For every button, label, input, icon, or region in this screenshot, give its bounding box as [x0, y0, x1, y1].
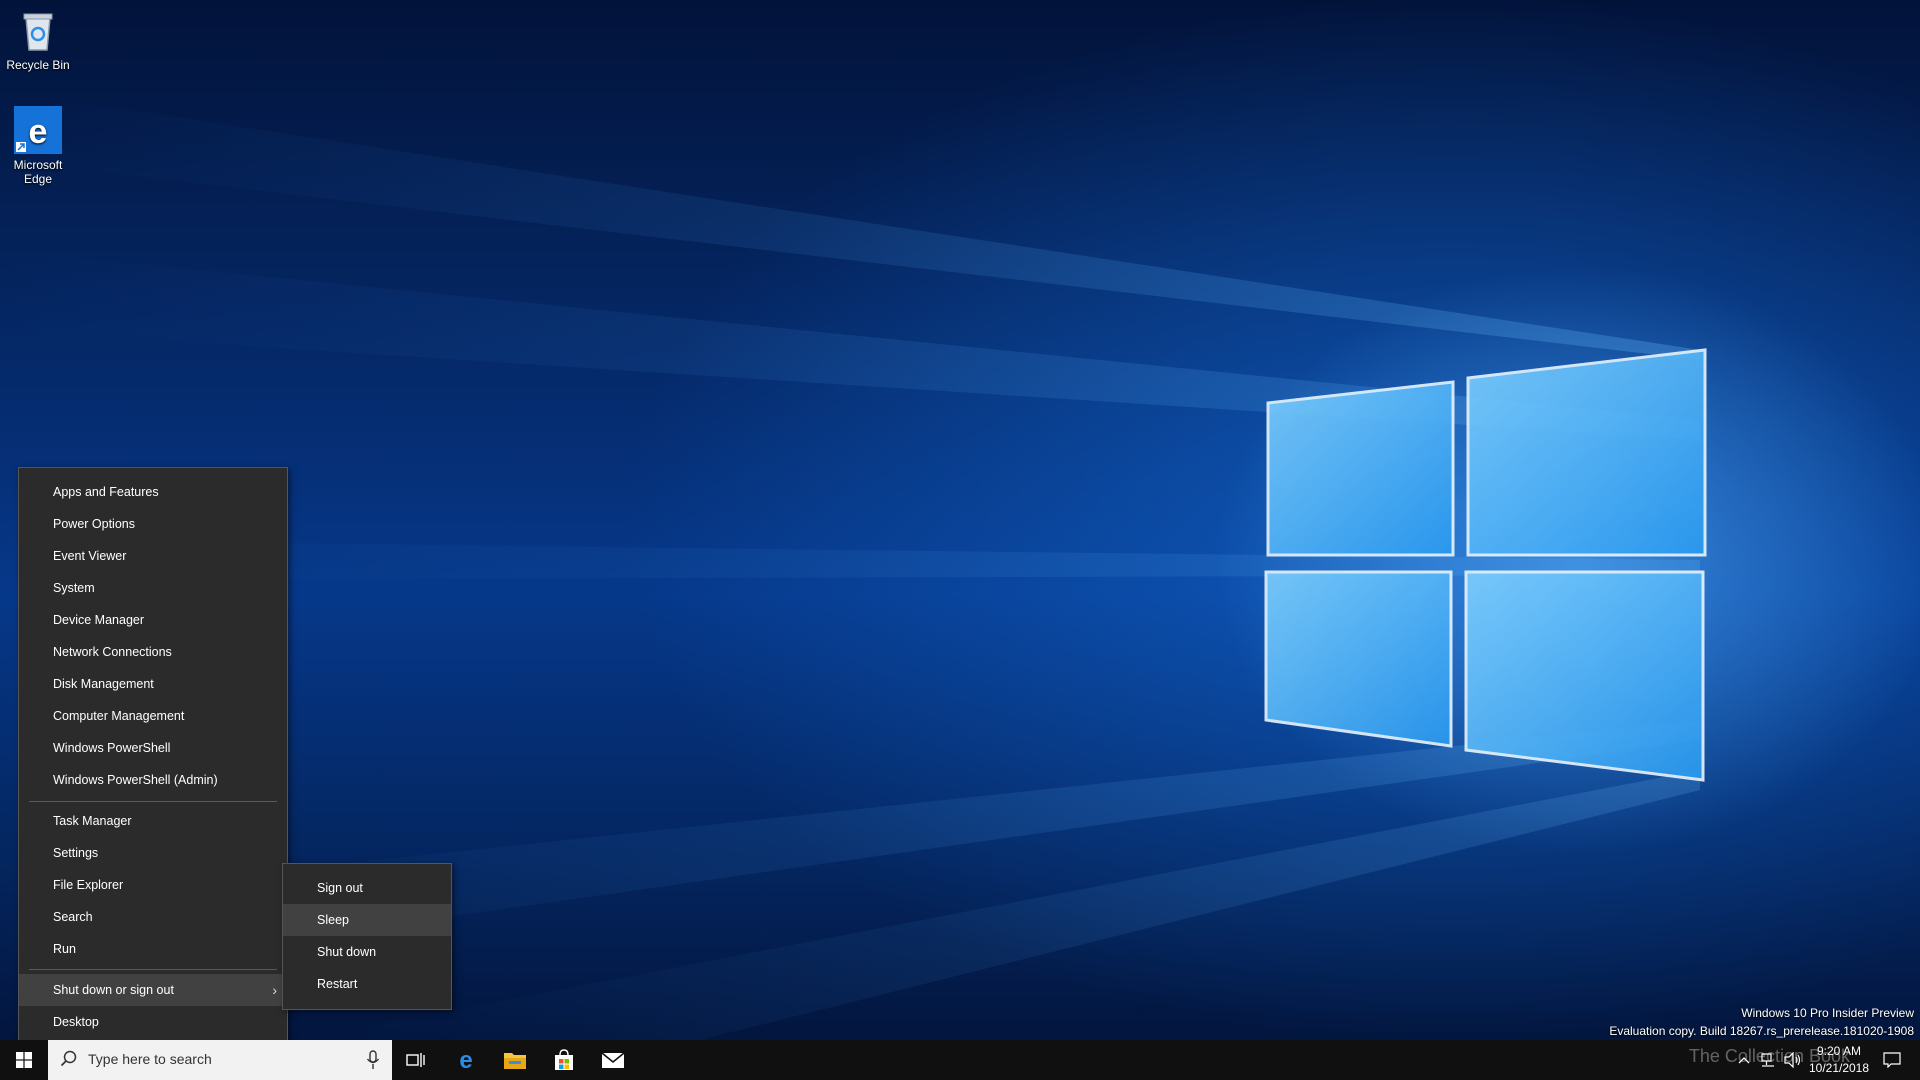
recycle-bin-icon [14, 6, 62, 54]
taskbar: Type here to search e 9:20 AM 10/21/2018 [0, 1040, 1920, 1080]
microphone-icon[interactable] [366, 1050, 380, 1075]
submenu-item-restart[interactable]: Restart [283, 968, 451, 1000]
menu-item-device-manager[interactable]: Device Manager [19, 604, 287, 636]
desktop-icon-label: Microsoft Edge [13, 158, 63, 186]
menu-item-windows-powershell[interactable]: Windows PowerShell [19, 732, 287, 764]
menu-item-windows-powershell-admin[interactable]: Windows PowerShell (Admin) [19, 764, 287, 796]
menu-separator [29, 801, 277, 802]
taskbar-edge-button[interactable]: e [442, 1040, 490, 1080]
store-icon [555, 1049, 573, 1070]
watermark-edition: Windows 10 Pro Insider Preview [1741, 1006, 1914, 1020]
desktop-icon-label: Recycle Bin [6, 58, 70, 72]
search-icon [60, 1050, 78, 1073]
notification-icon [1883, 1052, 1901, 1068]
taskbar-file-explorer-button[interactable] [491, 1040, 539, 1080]
menu-item-disk-management[interactable]: Disk Management [19, 668, 287, 700]
search-placeholder: Type here to search [88, 1051, 212, 1067]
menu-item-system[interactable]: System [19, 572, 287, 604]
menu-item-event-viewer[interactable]: Event Viewer [19, 540, 287, 572]
menu-separator [29, 969, 277, 970]
windows-start-icon [16, 1052, 32, 1068]
winx-menu: Apps and Features Power Options Event Vi… [18, 467, 288, 1047]
overlay-brand-watermark: The Collection Book [1688, 1046, 1850, 1066]
mail-icon [601, 1052, 625, 1068]
menu-item-apps-and-features[interactable]: Apps and Features [19, 476, 287, 508]
submenu-item-sign-out[interactable]: Sign out [283, 872, 451, 904]
svg-text:e: e [459, 1048, 472, 1072]
submenu-item-shut-down[interactable]: Shut down [283, 936, 451, 968]
menu-item-file-explorer[interactable]: File Explorer [19, 869, 287, 901]
menu-item-power-options[interactable]: Power Options [19, 508, 287, 540]
menu-item-computer-management[interactable]: Computer Management [19, 700, 287, 732]
menu-item-network-connections[interactable]: Network Connections [19, 636, 287, 668]
menu-item-shut-down-or-sign-out[interactable]: Shut down or sign out › [19, 974, 287, 1006]
menu-item-desktop[interactable]: Desktop [19, 1006, 287, 1038]
task-view-button[interactable] [392, 1040, 440, 1080]
taskbar-store-button[interactable] [540, 1040, 588, 1080]
file-explorer-icon [504, 1053, 526, 1069]
menu-item-settings[interactable]: Settings [19, 837, 287, 869]
menu-item-task-manager[interactable]: Task Manager [19, 805, 287, 837]
windows-logo-glow [1264, 348, 1707, 782]
menu-item-label: Shut down or sign out [53, 983, 174, 997]
taskbar-mail-button[interactable] [589, 1040, 637, 1080]
shutdown-submenu: Sign out Sleep Shut down Restart [282, 863, 452, 1010]
menu-item-search[interactable]: Search [19, 901, 287, 933]
desktop-icon-edge[interactable]: e Microsoft Edge [0, 106, 76, 186]
start-button[interactable] [0, 1040, 48, 1080]
watermark-build: Evaluation copy. Build 18267.rs_prerelea… [1609, 1024, 1914, 1038]
svg-text:e: e [29, 113, 48, 151]
submenu-item-sleep[interactable]: Sleep [283, 904, 451, 936]
chevron-right-icon: › [272, 982, 277, 998]
taskbar-search-box[interactable]: Type here to search [48, 1040, 392, 1080]
edge-icon: e [459, 1048, 472, 1072]
task-view-icon [406, 1053, 425, 1067]
desktop-icon-recycle-bin[interactable]: Recycle Bin [0, 6, 76, 72]
action-center-button[interactable] [1872, 1040, 1912, 1080]
edge-icon: e [14, 106, 62, 154]
menu-item-run[interactable]: Run [19, 933, 287, 965]
